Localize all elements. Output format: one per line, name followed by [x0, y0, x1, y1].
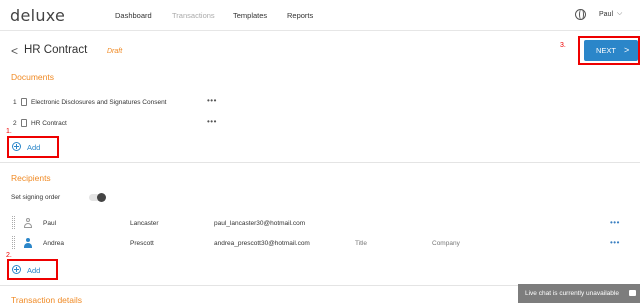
recipients-heading: Recipients [11, 173, 51, 183]
document-number: 2 [13, 120, 17, 127]
next-button-label: NEXT [596, 46, 617, 55]
recipient-menu-icon[interactable]: ••• [610, 238, 620, 247]
document-menu-icon[interactable]: ••• [207, 117, 217, 126]
live-chat-bar[interactable]: Live chat is currently unavailable [518, 284, 640, 303]
user-menu-name[interactable]: Paul [599, 11, 613, 18]
recipient-title-field[interactable]: Title [355, 240, 367, 247]
recipient-last-name[interactable]: Lancaster [130, 220, 159, 227]
next-button[interactable]: NEXT > [584, 40, 638, 61]
document-icon [21, 98, 27, 106]
deluxe-logo[interactable]: deluxe [10, 6, 65, 25]
document-icon [21, 119, 27, 127]
status-badge: Draft [107, 48, 123, 55]
transaction-details-heading: Transaction details [11, 295, 83, 303]
document-name: Electronic Disclosures and Signatures Co… [31, 99, 167, 106]
documents-heading: Documents [11, 72, 54, 82]
person-icon [23, 218, 33, 228]
chevron-right-icon: > [624, 45, 630, 55]
add-recipient-button[interactable]: Add [27, 266, 40, 275]
nav-templates[interactable]: Templates [233, 11, 267, 20]
annotation-step-1: 1. [6, 128, 12, 135]
signing-order-toggle[interactable] [89, 193, 106, 202]
chevron-down-icon[interactable]: ⌵ [617, 10, 622, 18]
nav-reports[interactable]: Reports [287, 11, 313, 20]
recipient-email[interactable]: paul_lancaster30@hotmail.com [214, 220, 305, 227]
annotation-step-3: 3. [560, 42, 566, 49]
recipient-menu-icon[interactable]: ••• [610, 218, 620, 227]
top-bar: deluxe Dashboard Transactions Templates … [0, 0, 640, 31]
document-number: 1 [13, 99, 17, 106]
nav-transactions[interactable]: Transactions [172, 11, 215, 20]
recipient-company-field[interactable]: Company [432, 240, 460, 247]
live-chat-text: Live chat is currently unavailable [525, 290, 619, 297]
globe-icon[interactable] [575, 9, 586, 20]
drag-handle-icon[interactable] [12, 236, 15, 249]
signing-order-label: Set signing order [11, 194, 61, 201]
add-circle-icon[interactable] [12, 265, 21, 274]
add-circle-icon[interactable] [12, 142, 21, 151]
add-document-button[interactable]: Add [27, 143, 40, 152]
document-row[interactable]: 1 Electronic Disclosures and Signatures C… [13, 98, 166, 106]
document-row[interactable]: 2 HR Contract [13, 119, 67, 127]
person-icon [23, 238, 33, 248]
toggle-knob [97, 193, 106, 202]
document-name: HR Contract [31, 120, 67, 127]
recipient-first-name[interactable]: Paul [43, 220, 56, 227]
back-chevron-icon[interactable]: < [11, 44, 18, 58]
page-title: HR Contract [24, 44, 88, 56]
document-menu-icon[interactable]: ••• [207, 96, 217, 105]
recipient-last-name[interactable]: Prescott [130, 240, 154, 247]
drag-handle-icon[interactable] [12, 216, 15, 229]
annotation-step-2: 2. [6, 252, 12, 259]
chat-bubble-icon [629, 290, 636, 296]
recipient-first-name[interactable]: Andrea [43, 240, 64, 247]
nav-dashboard[interactable]: Dashboard [115, 11, 152, 20]
section-divider [0, 162, 640, 163]
recipient-email[interactable]: andrea_prescott30@hotmail.com [214, 240, 310, 247]
